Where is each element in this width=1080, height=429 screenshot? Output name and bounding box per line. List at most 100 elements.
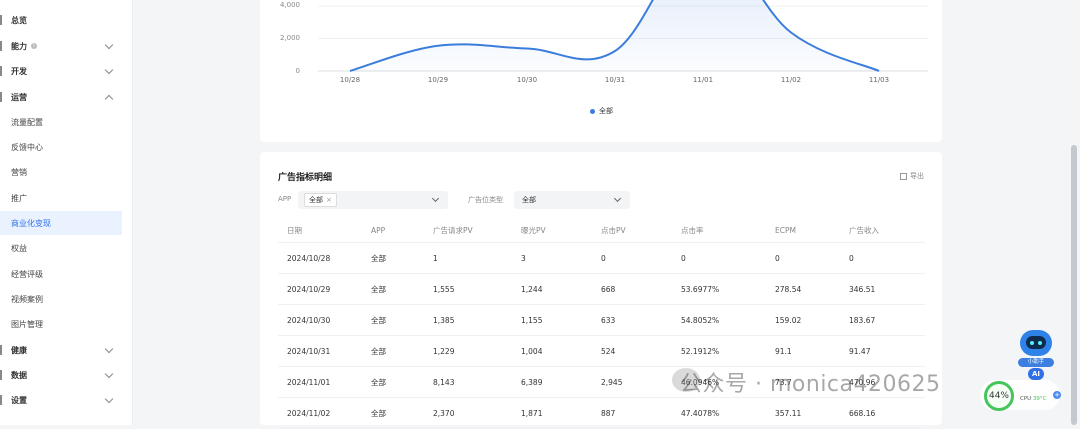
table-cell: 278.54 <box>766 273 840 305</box>
table-cell: 1 <box>424 242 512 274</box>
table-cell: 1,155 <box>512 304 592 336</box>
chevron-down-icon <box>104 394 114 404</box>
x-tick-label: 10/28 <box>339 76 361 84</box>
table-cell: 2024/11/02 <box>278 397 362 429</box>
menu-group-icon <box>0 66 2 76</box>
cpu-monitor-widget[interactable]: 44% CPU 39°C + <box>980 380 1061 411</box>
cpu-text: CPU <box>1020 396 1032 402</box>
table-cell: 91.1 <box>766 335 840 367</box>
sidebar-item[interactable]: 商业化变现 <box>0 211 122 235</box>
sidebar-item-label: 权益 <box>11 243 27 253</box>
page-scrollbar[interactable] <box>1071 145 1077 425</box>
menu-group-icon <box>0 395 2 405</box>
sidebar-item[interactable]: 总览 <box>0 8 122 32</box>
sidebar-item-label: 反馈中心 <box>11 142 43 152</box>
sidebar-item[interactable]: 图片管理 <box>0 312 122 336</box>
export-button[interactable]: 导出 <box>900 171 924 181</box>
sidebar-item[interactable]: 能力 i <box>0 34 122 58</box>
sidebar-item[interactable]: 反馈中心 <box>0 135 122 159</box>
trend-chart <box>318 0 928 72</box>
table-row: 2024/10/30 全部 1,385 1,155 633 54.8052% 159.02 1… <box>278 304 925 336</box>
table-row: 2024/11/02 全部 2,370 1,871 887 47.4078% 357.11 6… <box>278 397 925 429</box>
column-header: 曝光PV <box>512 218 592 243</box>
column-header: ECPM <box>766 218 840 243</box>
sidebar-item[interactable]: 设置 <box>0 388 122 412</box>
ad-type-filter-select[interactable]: 全部 <box>514 191 630 209</box>
cpu-temp: 39°C <box>1032 396 1047 402</box>
x-tick-label: 10/29 <box>427 76 449 84</box>
sidebar-item-label: 健康 <box>11 345 27 355</box>
cpu-label: CPU 39°C <box>1020 396 1047 402</box>
table-cell: 0 <box>672 242 766 274</box>
sidebar-item-label: 营销 <box>11 167 27 177</box>
plus-icon[interactable]: + <box>1053 391 1061 399</box>
sidebar-item[interactable]: 推广 <box>0 186 122 210</box>
table-cell: 2,370 <box>424 397 512 429</box>
sidebar-item[interactable]: 营销 <box>0 160 122 184</box>
sidebar-item[interactable]: 经营评级 <box>0 262 122 286</box>
menu-group-icon <box>0 41 2 51</box>
sidebar: 总览能力 i 开发 运营流量配置反馈中心营销推广商业化变现权益经营评级视频案例图片管理… <box>0 0 133 425</box>
sidebar-item-label: 总览 <box>11 15 27 25</box>
app-filter-select[interactable]: 全部 × <box>298 191 448 209</box>
chevron-up-icon <box>104 94 114 104</box>
table-cell: 6,389 <box>512 366 592 398</box>
sidebar-item[interactable]: 权益 <box>0 236 122 260</box>
sidebar-item[interactable]: 运营 <box>0 85 122 109</box>
table-cell: 2,945 <box>592 366 672 398</box>
info-icon[interactable]: i <box>31 43 37 49</box>
ad-type-filter-label: 广告位类型 <box>468 196 503 204</box>
table-cell: 2024/10/30 <box>278 304 362 336</box>
column-header: APP <box>362 218 424 243</box>
export-label: 导出 <box>910 172 924 180</box>
sidebar-item[interactable]: 健康 <box>0 338 122 362</box>
table-cell: 1,229 <box>424 335 512 367</box>
table-cell: 346.51 <box>840 273 925 305</box>
assistant-caption: 小助手 <box>1018 358 1054 367</box>
sidebar-item-label: 能力 <box>11 41 27 51</box>
legend-dot <box>590 108 595 114</box>
chevron-down-icon <box>431 194 440 203</box>
table-cell: 8,143 <box>424 366 512 398</box>
watermark-text: 公众号 · monica420625 <box>680 372 941 397</box>
table-cell: 全部 <box>362 335 424 367</box>
table-header-row: 日期 APP 广告请求PV 曝光PV 点击PV 点击率 ECPM 广告收入 <box>278 218 925 243</box>
tag-remove-icon[interactable]: × <box>326 196 332 204</box>
sidebar-item-label: 经营评级 <box>11 269 43 279</box>
sidebar-item[interactable]: 开发 <box>0 59 122 83</box>
table-cell: 全部 <box>362 397 424 429</box>
table-cell: 47.4078% <box>672 397 766 429</box>
assistant-widget[interactable]: 小助手 AI <box>1018 330 1054 380</box>
y-tick-label: 4,000 <box>279 1 300 9</box>
table-cell: 668 <box>592 273 672 305</box>
sidebar-item-label: 数据 <box>11 370 27 380</box>
table-cell: 2024/11/01 <box>278 366 362 398</box>
robot-face <box>1026 336 1046 349</box>
sidebar-item-label: 推广 <box>11 193 27 203</box>
sidebar-item-label: 设置 <box>11 395 27 405</box>
y-tick-label: 0 <box>295 67 300 75</box>
table-row: 2024/10/28 全部 1 3 0 0 0 0 <box>278 242 925 274</box>
app-filter-tag: 全部 × <box>304 193 337 207</box>
table-cell: 2024/10/31 <box>278 335 362 367</box>
table-cell: 524 <box>592 335 672 367</box>
table-cell: 633 <box>592 304 672 336</box>
sidebar-item[interactable]: 视频案例 <box>0 287 122 311</box>
table-cell: 52.1912% <box>672 335 766 367</box>
table-cell: 全部 <box>362 242 424 274</box>
column-header: 点击率 <box>672 218 766 243</box>
chevron-down-icon <box>104 344 114 354</box>
sidebar-item-label: 商业化变现 <box>11 218 51 228</box>
chart-legend[interactable]: 全部 <box>590 106 613 116</box>
x-tick-label: 10/30 <box>516 76 538 84</box>
export-icon <box>900 172 907 180</box>
sidebar-item-label: 流量配置 <box>11 117 43 127</box>
app-filter-label: APP <box>278 195 292 203</box>
table-cell: 1,555 <box>424 273 512 305</box>
sidebar-item[interactable]: 数据 <box>0 363 122 387</box>
table-cell: 1,385 <box>424 304 512 336</box>
sidebar-item[interactable]: 流量配置 <box>0 110 122 134</box>
ad-type-value: 全部 <box>522 196 536 204</box>
sidebar-item-label: 图片管理 <box>11 319 43 329</box>
table-cell: 2024/10/29 <box>278 273 362 305</box>
